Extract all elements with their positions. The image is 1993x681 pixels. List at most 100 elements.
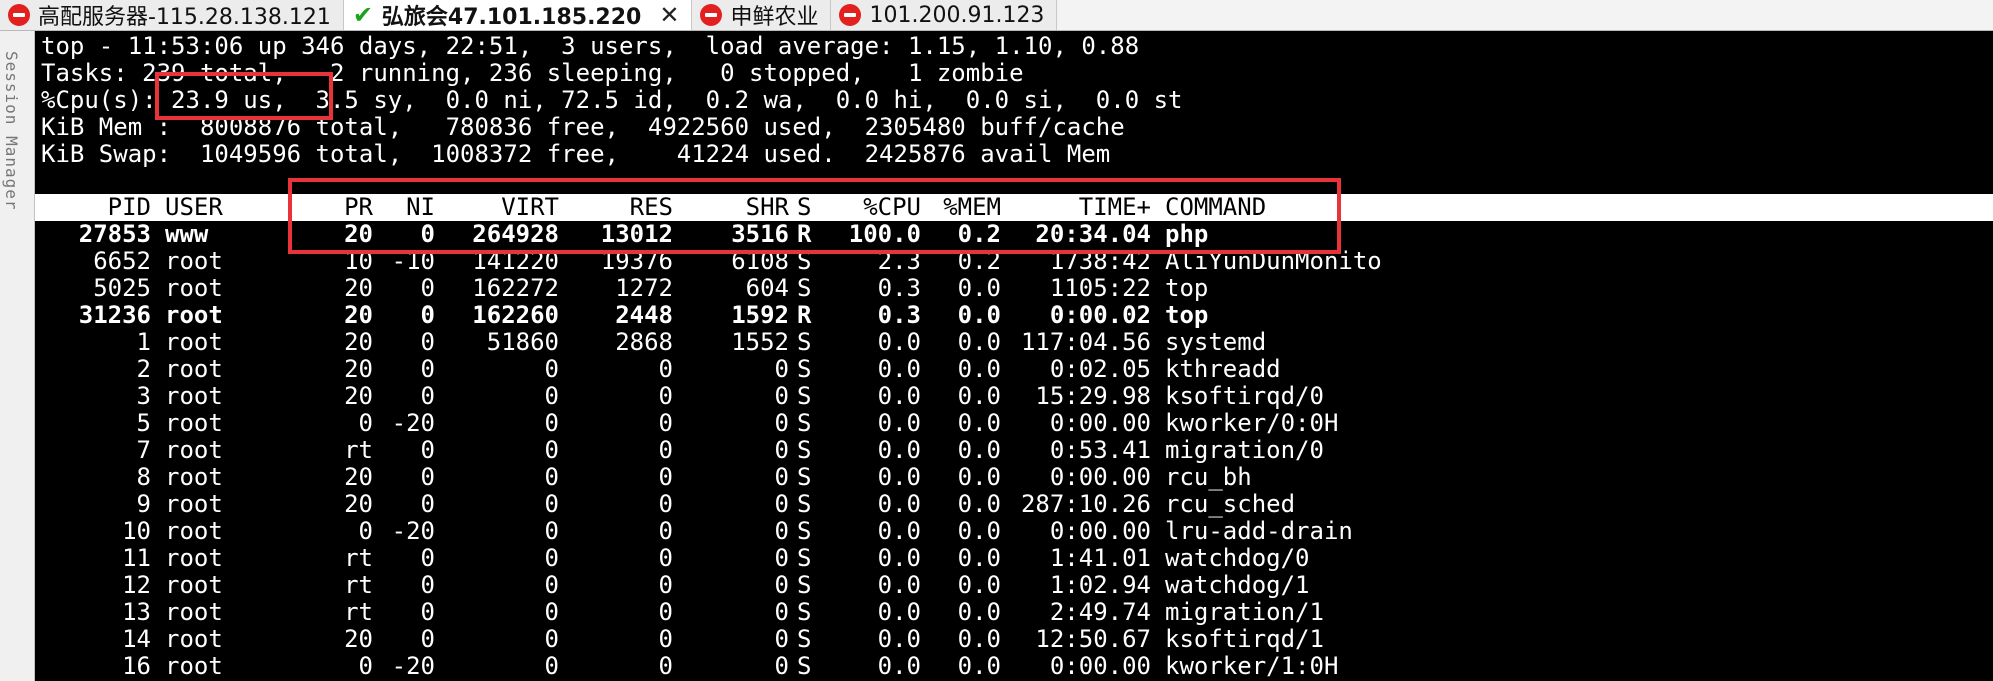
- process-cell-pid: 1: [136, 328, 151, 356]
- process-cell-s: S: [797, 409, 812, 437]
- process-cell-cpu: 0.0: [877, 652, 921, 680]
- process-cell-user: root: [165, 517, 223, 545]
- process-cell-cpu: 0.0: [877, 436, 921, 464]
- process-cell-cmd: top: [1165, 274, 1209, 302]
- process-cell-shr: 3516: [731, 220, 789, 248]
- process-cell-pr: 20: [344, 301, 373, 329]
- process-cell-pid: 5025: [93, 274, 151, 302]
- process-cell-virt: 0: [544, 463, 559, 491]
- process-cell-pid: 31236: [78, 301, 151, 329]
- connected-check-icon: ✔: [352, 1, 373, 29]
- process-cell-mem: 0.0: [957, 598, 1001, 626]
- process-cell-res: 2868: [615, 328, 673, 356]
- process-cell-pid: 8: [136, 463, 151, 491]
- process-cell-mem: 0.0: [957, 355, 1001, 383]
- process-cell-s: S: [797, 274, 812, 302]
- process-cell-mem: 0.0: [957, 436, 1001, 464]
- process-cell-ni: 0: [420, 490, 435, 518]
- session-tab-bar: 高配服务器-115.28.138.121 ✔ 弘旅会47.101.185.220…: [0, 0, 1993, 31]
- process-cell-cmd: ksoftirqd/0: [1165, 382, 1324, 410]
- process-cell-user: root: [165, 355, 223, 383]
- session-manager-rail[interactable]: Session Manager: [0, 31, 35, 681]
- process-cell-ni: 0: [420, 463, 435, 491]
- process-cell-pr: 20: [344, 274, 373, 302]
- process-cell-virt: 0: [544, 490, 559, 518]
- process-cell-cmd: migration/1: [1165, 598, 1324, 626]
- process-cell-ni: 0: [420, 544, 435, 572]
- process-cell-virt: 0: [544, 544, 559, 572]
- process-cell-shr: 0: [774, 382, 789, 410]
- process-cell-time: 15:29.98: [1035, 382, 1151, 410]
- close-tab-icon[interactable]: ✕: [659, 1, 679, 29]
- process-cell-virt: 51860: [486, 328, 559, 356]
- process-cell-virt: 141220: [472, 247, 559, 275]
- process-cell-pr: rt: [344, 571, 373, 599]
- process-cell-user: root: [165, 544, 223, 572]
- process-cell-pr: rt: [344, 598, 373, 626]
- process-cell-time: 0:00.02: [1049, 301, 1151, 329]
- process-cell-pid: 27853: [78, 220, 151, 248]
- process-cell-res: 0: [658, 382, 673, 410]
- tab-label: 弘旅会47.101.185.220: [381, 5, 642, 30]
- process-cell-cpu: 0.0: [877, 598, 921, 626]
- tab-high-config-server[interactable]: 高配服务器-115.28.138.121: [0, 0, 344, 30]
- process-cell-ni: -20: [391, 517, 435, 545]
- process-cell-res: 0: [658, 598, 673, 626]
- process-cell-res: 0: [658, 355, 673, 383]
- process-cell-cmd: kworker/1:0H: [1165, 652, 1339, 680]
- process-cell-virt: 0: [544, 409, 559, 437]
- process-cell-s: S: [797, 436, 812, 464]
- process-cell-res: 2448: [615, 301, 673, 329]
- process-cell-user: root: [165, 328, 223, 356]
- process-cell-s: R: [797, 220, 812, 248]
- process-cell-shr: 1592: [731, 301, 789, 329]
- process-cell-shr: 0: [774, 490, 789, 518]
- process-cell-pr: 20: [344, 220, 373, 248]
- disconnected-stop-icon: [839, 4, 862, 26]
- process-cell-cpu: 0.0: [877, 571, 921, 599]
- session-manager-label: Session Manager: [2, 51, 21, 211]
- process-cell-user: root: [165, 490, 223, 518]
- tab-honglvhui[interactable]: ✔ 弘旅会47.101.185.220 ✕: [343, 0, 693, 30]
- tab-shenxian-agriculture[interactable]: 申鲜农业: [692, 0, 832, 30]
- process-cell-pr: 0: [358, 409, 373, 437]
- process-cell-pr: 0: [358, 652, 373, 680]
- process-cell-user: root: [165, 625, 223, 653]
- process-cell-cpu: 0.0: [877, 355, 921, 383]
- process-cell-virt: 0: [544, 355, 559, 383]
- process-cell-cpu: 0.0: [877, 328, 921, 356]
- column-header-virt: VIRT: [501, 193, 559, 221]
- process-cell-s: S: [797, 652, 812, 680]
- process-cell-pid: 2: [136, 355, 151, 383]
- process-cell-cmd: AliYunDunMonito: [1165, 247, 1382, 275]
- process-cell-mem: 0.2: [957, 247, 1001, 275]
- tab-101-200-91-123[interactable]: 101.200.91.123: [831, 0, 1058, 30]
- column-header-s: S: [797, 193, 812, 221]
- process-cell-time: 0:00.00: [1049, 409, 1151, 437]
- process-cell-cpu: 0.0: [877, 544, 921, 572]
- column-header-shr: SHR: [745, 193, 789, 221]
- process-cell-time: 0:00.00: [1049, 652, 1151, 680]
- process-cell-cmd: rcu_sched: [1165, 490, 1296, 518]
- process-cell-user: root: [165, 571, 223, 599]
- process-cell-time: 1738:42: [1049, 247, 1151, 275]
- process-cell-user: root: [165, 409, 223, 437]
- column-header-pid: PID: [107, 193, 151, 221]
- process-cell-mem: 0.0: [957, 544, 1001, 572]
- process-cell-time: 12:50.67: [1035, 625, 1151, 653]
- process-cell-shr: 0: [774, 463, 789, 491]
- process-cell-cmd: migration/0: [1165, 436, 1324, 464]
- process-cell-virt: 0: [544, 625, 559, 653]
- process-cell-mem: 0.0: [957, 382, 1001, 410]
- process-cell-time: 287:10.26: [1020, 490, 1151, 518]
- process-cell-cpu: 0.3: [877, 274, 921, 302]
- process-cell-shr: 0: [774, 625, 789, 653]
- column-header-user: USER: [165, 193, 223, 221]
- process-cell-ni: 0: [420, 382, 435, 410]
- terminal-screen[interactable]: top - 11:53:06 up 346 days, 22:51, 3 use…: [35, 31, 1993, 681]
- process-cell-res: 0: [658, 463, 673, 491]
- process-cell-res: 13012: [600, 220, 673, 248]
- process-cell-pr: 20: [344, 463, 373, 491]
- process-cell-pid: 10: [122, 517, 151, 545]
- process-cell-s: S: [797, 571, 812, 599]
